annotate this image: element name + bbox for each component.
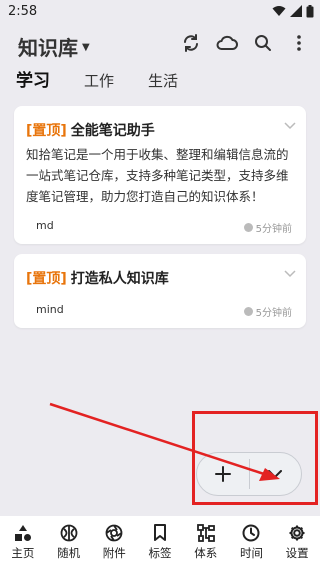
clock-icon — [243, 307, 253, 316]
annotation-highlight-box — [192, 411, 318, 505]
note-time: 5分钟前 — [243, 304, 292, 319]
clock-icon — [243, 223, 253, 232]
note-time-text: 5分钟前 — [255, 224, 292, 235]
pinned-label: [置顶] — [26, 123, 67, 139]
more-icon[interactable] — [288, 32, 310, 54]
nav-label: 标签 — [148, 545, 172, 560]
app-bar: 知识库 ▼ — [0, 24, 320, 64]
tab-life[interactable]: 生活 — [148, 70, 178, 91]
nav-label: 附件 — [102, 545, 126, 560]
nav-item-settings[interactable]: 设置 — [274, 516, 320, 568]
tab-work[interactable]: 工作 — [84, 70, 114, 91]
knowledge-base-title: 知识库 — [18, 36, 78, 60]
nav-label: 时间 — [239, 545, 263, 560]
wifi-icon — [272, 6, 286, 16]
note-tag[interactable]: md — [36, 219, 54, 232]
search-icon[interactable] — [252, 32, 274, 54]
battery-icon — [306, 4, 314, 17]
nav-item-tags[interactable]: 标签 — [137, 516, 183, 568]
note-card[interactable]: [置顶] 打造私人知识库 mind 5分钟前 — [14, 254, 306, 328]
status-bar: 2:58 — [0, 0, 320, 22]
gear-icon — [288, 524, 306, 542]
note-title-text: 打造私人知识库 — [70, 271, 169, 287]
clock-icon — [242, 524, 260, 542]
bottom-navigation: 主页 随机 附件 标签 体系 时间 设置 — [0, 516, 320, 568]
hierarchy-icon — [196, 523, 215, 542]
note-content: 知拾笔记是一个用于收集、整理和编辑信息流的一站式笔记仓库，支持多种笔记类型，支持… — [26, 147, 289, 204]
chevron-down-icon[interactable] — [284, 122, 296, 130]
knowledge-base-selector[interactable]: 知识库 ▼ — [18, 32, 90, 61]
note-time: 5分钟前 — [243, 220, 292, 235]
note-tag[interactable]: mind — [36, 303, 64, 316]
note-title: [置顶] 打造私人知识库 — [26, 268, 169, 288]
cloud-icon[interactable] — [216, 32, 238, 54]
sync-icon[interactable] — [180, 32, 202, 54]
status-time: 2:58 — [8, 3, 38, 19]
nav-item-timeline[interactable]: 时间 — [229, 516, 275, 568]
nav-label: 体系 — [194, 545, 218, 560]
aperture-icon — [105, 524, 123, 542]
nav-item-home[interactable]: 主页 — [0, 516, 46, 568]
nav-label: 随机 — [57, 545, 81, 560]
app-actions — [180, 32, 310, 54]
nav-item-random[interactable]: 随机 — [46, 516, 92, 568]
note-title-text: 全能笔记助手 — [70, 123, 155, 139]
nav-label: 设置 — [285, 545, 309, 560]
nav-item-attachments[interactable]: 附件 — [91, 516, 137, 568]
note-title: [置顶] 全能笔记助手 — [26, 120, 155, 140]
bookmark-icon — [151, 523, 169, 542]
caret-down-icon: ▼ — [82, 42, 90, 53]
category-tabs: 学习 工作 生活 — [16, 66, 212, 91]
nav-label: 主页 — [11, 545, 35, 560]
note-card[interactable]: [置顶] 全能笔记助手 知拾笔记是一个用于收集、整理和编辑信息流的一站式笔记仓库，… — [14, 106, 306, 244]
home-shapes-icon — [14, 524, 32, 542]
note-time-text: 5分钟前 — [255, 308, 292, 319]
tab-study[interactable]: 学习 — [16, 66, 50, 91]
nav-item-hierarchy[interactable]: 体系 — [183, 516, 229, 568]
pinned-label: [置顶] — [26, 271, 67, 287]
chevron-down-icon[interactable] — [284, 270, 296, 278]
random-icon — [60, 524, 78, 542]
status-icons — [272, 4, 314, 18]
signal-icon — [290, 5, 302, 17]
